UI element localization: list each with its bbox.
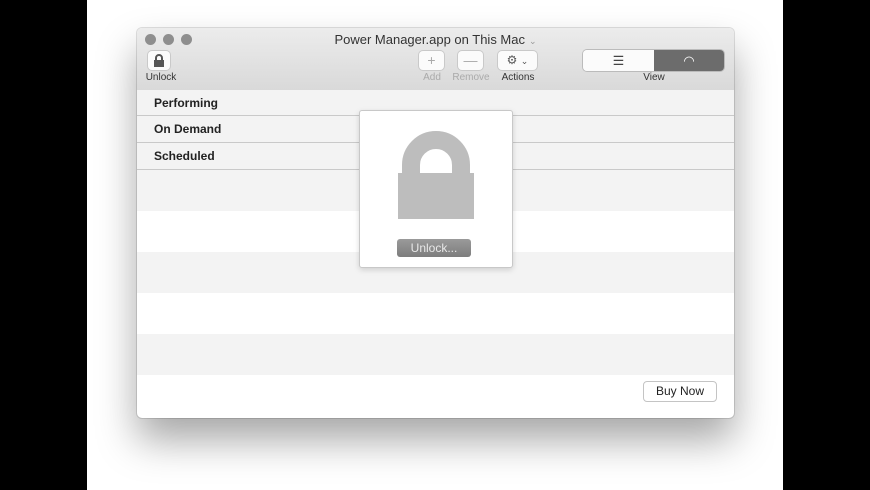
empty-row <box>137 334 734 375</box>
gauge-view-button[interactable]: ◠ <box>654 50 724 71</box>
add-label: Add <box>423 72 441 83</box>
remove-button[interactable]: — <box>458 51 483 70</box>
add-button[interactable]: + <box>419 51 444 70</box>
app-window: Power Manager.app on This Mac ⌄ Unlock + … <box>137 28 734 418</box>
buy-now-button[interactable]: Buy Now <box>643 381 717 402</box>
lock-icon <box>398 131 474 219</box>
toolbar: Power Manager.app on This Mac ⌄ Unlock + … <box>137 28 734 91</box>
remove-label: Remove <box>452 72 490 83</box>
view-label: View <box>643 72 665 83</box>
list-icon: ☰ <box>612 53 625 68</box>
unlock-panel-button[interactable]: Unlock... <box>397 239 471 257</box>
list-view-button[interactable]: ☰ <box>583 50 654 71</box>
locked-popover: Unlock... <box>359 110 513 268</box>
actions-button[interactable]: ⚙ ⌄ <box>498 51 537 70</box>
unlock-label: Unlock <box>145 72 177 83</box>
gauge-icon: ◠ <box>683 53 695 68</box>
chevron-down-icon: ⌄ <box>528 36 537 46</box>
chevron-down-icon: ⌄ <box>520 56 529 66</box>
window-title[interactable]: Power Manager.app on This Mac ⌄ <box>137 32 734 47</box>
lock-icon <box>154 54 164 67</box>
unlock-button[interactable] <box>148 51 170 70</box>
minus-icon: — <box>463 52 478 68</box>
actions-label: Actions <box>501 72 535 83</box>
view-segmented-control: ☰ ◠ <box>583 50 724 71</box>
plus-icon: + <box>427 52 436 68</box>
gear-icon: ⚙ <box>506 53 518 67</box>
